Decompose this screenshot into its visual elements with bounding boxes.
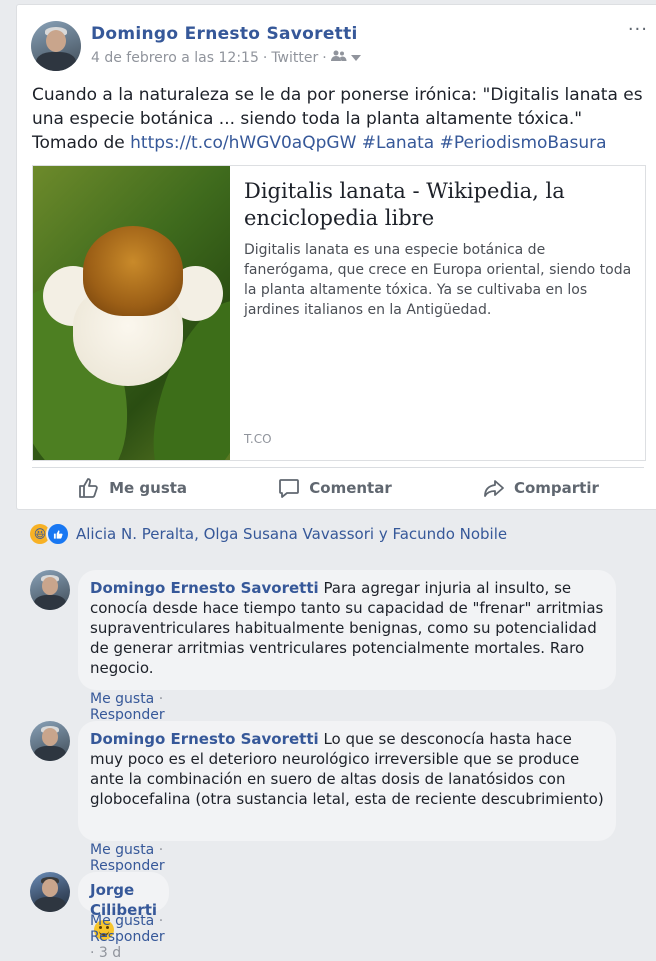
post-source: Twitter [271,50,319,66]
thumbs-up-icon [79,478,98,498]
comment-label: Comentar [309,479,392,497]
share-icon [484,480,504,497]
flower-thumbnail[interactable] [33,166,230,460]
comment-icon [279,479,300,498]
post-timestamp[interactable]: 4 de febrero a las 12:15 [91,50,259,66]
comment-like-link[interactable]: Me gusta [90,842,154,858]
reactions-summary[interactable]: 😆 Alicia N. Peralta, Olga Susana Vavasso… [30,522,507,546]
share-button[interactable]: Compartir [482,476,599,500]
friends-icon[interactable] [330,50,347,66]
like-reaction-icon [46,522,70,546]
author-avatar[interactable] [31,21,81,71]
reactors-names[interactable]: Alicia N. Peralta, Olga Susana Vavassori… [76,525,507,543]
comment-bubble: Domingo Ernesto Savoretti Lo que se desc… [78,721,616,841]
commenter-avatar[interactable] [30,872,70,912]
post-text: Cuando a la naturaleza se le da por pone… [32,83,644,155]
commenter-avatar[interactable] [30,721,70,761]
commenter-name[interactable]: Domingo Ernesto Savoretti [90,579,319,597]
comment-time[interactable]: 3 d [99,945,121,961]
commenter-name[interactable]: Domingo Ernesto Savoretti [90,730,319,748]
post-card: Domingo Ernesto Savoretti 4 de febrero a… [16,4,656,510]
share-label: Compartir [513,479,599,497]
comment-actions: Me gusta · Responder · 3 d [90,913,165,961]
post-author-name[interactable]: Domingo Ernesto Savoretti [91,24,358,44]
comment-bubble: Domingo Ernesto Savoretti Para agregar i… [78,570,616,690]
link-preview-description: Digitalis lanata es una especie botánica… [244,242,632,318]
like-button[interactable]: Me gusta [77,476,187,500]
chevron-down-icon[interactable] [350,50,361,66]
post-actions-bar: Me gusta Comentar Compartir [32,467,644,508]
comment-like-link[interactable]: Me gusta [90,913,154,929]
comment-bubble: Jorge Ciliberti [78,872,170,940]
commenter-avatar[interactable] [30,570,70,610]
post-link[interactable]: https://t.co/hWGV0aQpGW [130,133,356,153]
comment-button[interactable]: Comentar [277,476,392,500]
comment-like-link[interactable]: Me gusta [90,691,154,707]
post-meta: 4 de febrero a las 12:15 · Twitter · [91,50,361,66]
meta-separator: · [322,50,327,66]
like-label: Me gusta [109,479,188,497]
link-preview-title[interactable]: Digitalis lanata - Wikipedia, la enciclo… [244,178,633,232]
meta-separator: · [262,50,268,66]
more-options-button[interactable]: ··· [628,19,648,40]
comment-reply-link[interactable]: Responder [90,929,165,945]
link-preview-domain: T.CO [244,432,272,446]
link-preview-body[interactable]: Digitalis lanata - Wikipedia, la enciclo… [230,166,645,460]
hashtag-lanata[interactable]: #Lanata [362,133,434,153]
link-preview-card[interactable]: Digitalis lanata - Wikipedia, la enciclo… [32,165,646,461]
hashtag-periodismo[interactable]: #PeriodismoBasura [440,133,607,153]
